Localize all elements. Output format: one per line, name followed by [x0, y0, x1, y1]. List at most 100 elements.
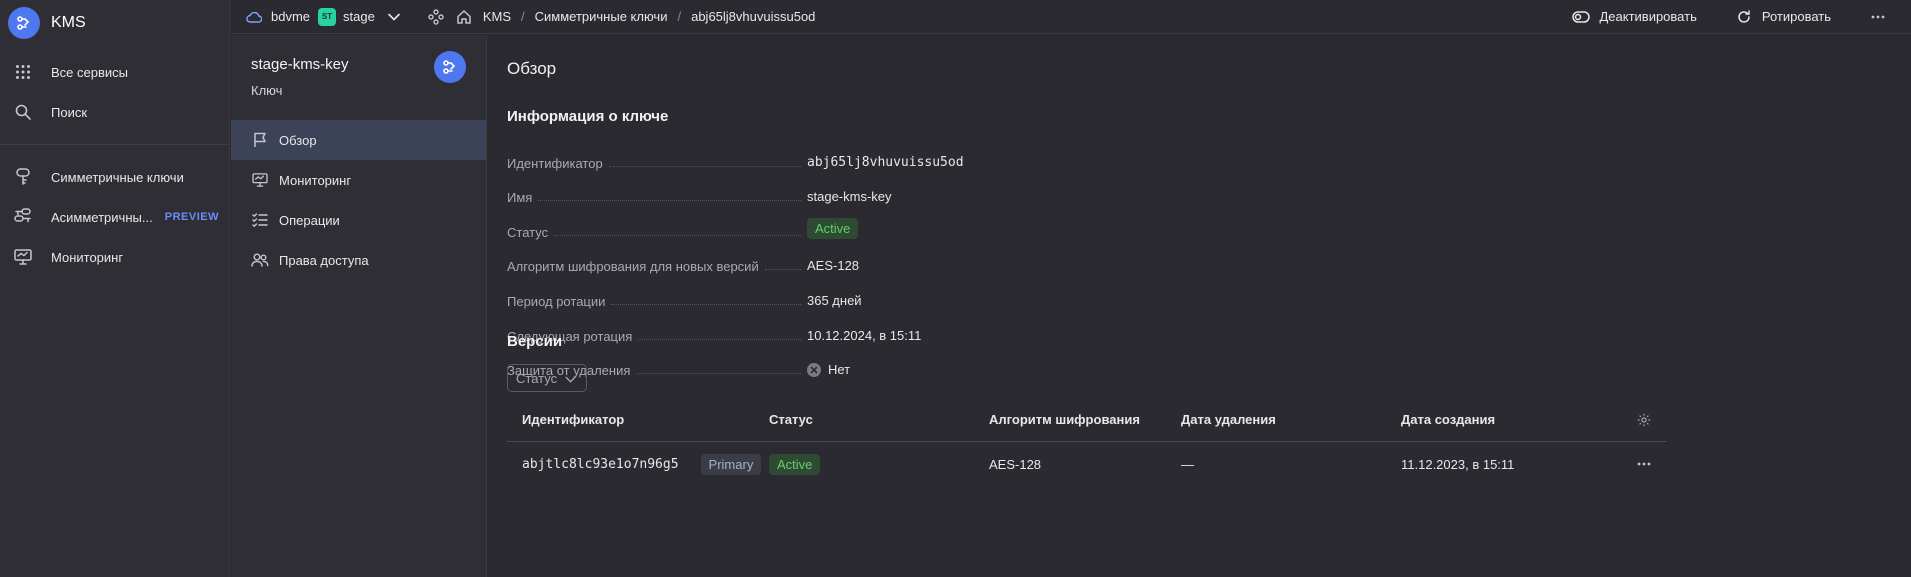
monitor-icon [251, 171, 269, 189]
cloud-icon [243, 6, 265, 28]
nav-item-all-services[interactable]: Все сервисы [0, 52, 229, 92]
preview-badge: PREVIEW [164, 211, 219, 223]
versions-table: Идентификатор Статус Алгоритм шифрования… [507, 398, 1667, 486]
breadcrumb: KMS / Симметричные ключи / abj65lj8vhuvu… [483, 9, 816, 24]
flag-icon [251, 131, 269, 149]
key-name-value: stage-kms-key [807, 189, 892, 205]
main-content: Обзор Информация о ключе Идентификатор a… [488, 35, 1911, 577]
breadcrumb-separator: / [677, 9, 682, 24]
deactivate-button[interactable]: Деактивировать [1570, 6, 1697, 28]
folder-switcher[interactable]: bdvme ST stage [243, 6, 405, 28]
top-header: bdvme ST stage KMS / Симметричные ключи … [231, 0, 1911, 34]
prop-key: Идентификатор [507, 156, 807, 171]
prop-row-id: Идентификатор abj65lj8vhuvuissu5od [507, 136, 1107, 171]
persons-icon [251, 251, 269, 269]
column-header-created[interactable]: Дата создания [1401, 412, 1621, 427]
nav-item-label: Мониторинг [51, 249, 124, 265]
versions-heading: Версии [507, 333, 563, 350]
nav-item-symmetric-keys[interactable]: Симметричные ключи [0, 157, 229, 197]
folder-name: stage [343, 9, 375, 24]
prop-key: Период ротации [507, 294, 807, 309]
primary-badge: Primary [700, 453, 762, 475]
nav-logo-text: KMS [51, 14, 86, 31]
column-header-deleted[interactable]: Дата удаления [1181, 412, 1401, 427]
nav-item-asymmetric-keys[interactable]: Асимметричны... PREVIEW [0, 197, 229, 237]
status-filter-select[interactable]: Статус [507, 364, 587, 392]
leader-dots [611, 303, 801, 305]
prop-row-rotation-period: Период ротации 365 дней [507, 274, 1107, 309]
kms-logo-icon [8, 7, 40, 39]
nav-item-label: Поиск [51, 104, 88, 120]
prop-key-label: Период ротации [507, 293, 606, 309]
column-header-id[interactable]: Идентификатор [507, 412, 769, 427]
nav-item-search[interactable]: Поиск [0, 92, 229, 132]
rotate-button[interactable]: Ротировать [1733, 6, 1831, 28]
menu-item-overview[interactable]: Обзор [231, 120, 486, 160]
menu-item-label: Обзор [279, 132, 317, 148]
resource-menu: stage-kms-key Ключ Обзор Мониторинг Опер… [231, 35, 487, 577]
row-more-icon[interactable] [1621, 462, 1667, 466]
rotation-period-value: 365 дней [807, 292, 862, 308]
prop-row-name: Имя stage-kms-key [507, 171, 1107, 205]
leader-dots [764, 269, 801, 271]
status-filter-label: Статус [516, 370, 558, 386]
leader-dots [538, 200, 801, 202]
home-icon[interactable] [453, 6, 475, 28]
list-check-icon [251, 211, 269, 229]
toggle-icon [1570, 6, 1592, 28]
nav-item-label: Симметричные ключи [51, 169, 184, 185]
more-icon[interactable] [1867, 6, 1889, 28]
nav-item-label: Все сервисы [51, 64, 128, 80]
prop-key: Имя [507, 190, 807, 205]
prop-row-algorithm: Алгоритм шифрования для новых версий AES… [507, 240, 1107, 274]
column-header-status[interactable]: Статус [769, 412, 989, 427]
x-circle-icon [807, 362, 821, 377]
asymmetric-key-icon [13, 207, 33, 227]
env-badge: ST [318, 7, 337, 26]
key-id-value[interactable]: abj65lj8vhuvuissu5od [807, 155, 1107, 171]
prop-key-label: Идентификатор [507, 155, 603, 171]
prop-row-next-rotation: Следующая ротация 10.12.2024, в 15:11 [507, 309, 1107, 344]
version-algorithm: AES-128 [989, 456, 1042, 472]
version-id-cell: abjtlc8lc93e1o7n96g5 Primary [507, 453, 769, 475]
version-created-date: 11.12.2023, в 15:11 [1401, 456, 1515, 472]
menu-item-label: Операции [279, 212, 340, 228]
page-title: Обзор [507, 59, 557, 78]
breadcrumb-kms[interactable]: KMS [483, 9, 511, 24]
prop-key: Статус [507, 225, 807, 240]
table-header-row: Идентификатор Статус Алгоритм шифрования… [507, 398, 1667, 442]
leader-dots [638, 338, 801, 340]
menu-item-monitoring[interactable]: Мониторинг [231, 160, 486, 200]
prop-key-label: Имя [507, 190, 533, 206]
key-info-heading: Информация о ключе [507, 108, 669, 125]
status-badge: Active [769, 453, 821, 475]
cloud-name: bdvme [271, 9, 311, 24]
header-actions: Деактивировать Ротировать [1570, 6, 1911, 28]
menu-item-label: Права доступа [279, 252, 369, 268]
menu-item-access-rights[interactable]: Права доступа [231, 240, 486, 280]
leader-dots [636, 373, 801, 375]
nav-item-monitoring[interactable]: Мониторинг [0, 237, 229, 277]
menu-item-operations[interactable]: Операции [231, 200, 486, 240]
leader-dots [608, 165, 801, 167]
nav-divider [0, 144, 229, 145]
grid-icon [13, 62, 33, 82]
rotate-label: Ротировать [1761, 9, 1831, 24]
breadcrumb-key-id[interactable]: abj65lj8vhuvuissu5od [691, 9, 815, 24]
version-status-cell: Active [769, 453, 989, 475]
deletion-protection-label: Нет [828, 362, 851, 378]
prop-key-label: Статус [507, 224, 549, 240]
deletion-protection-value: Нет [807, 362, 1107, 378]
table-settings-icon[interactable] [1621, 413, 1667, 427]
nav-logo[interactable]: KMS [0, 0, 229, 46]
chevron-down-icon [565, 371, 576, 386]
search-icon [13, 102, 33, 122]
breadcrumb-symmetric-keys[interactable]: Симметричные ключи [535, 9, 668, 24]
services-icon[interactable] [425, 6, 447, 28]
column-header-algorithm[interactable]: Алгоритм шифрования [989, 412, 1181, 427]
service-nav: KMS Все сервисы Поиск Симметричные ключи [0, 0, 230, 577]
rotate-icon [1733, 6, 1755, 28]
key-properties: Идентификатор abj65lj8vhuvuissu5od Имя s… [507, 136, 1107, 379]
table-row[interactable]: abjtlc8lc93e1o7n96g5 Primary Active AES-… [507, 442, 1667, 486]
key-icon [13, 167, 33, 187]
